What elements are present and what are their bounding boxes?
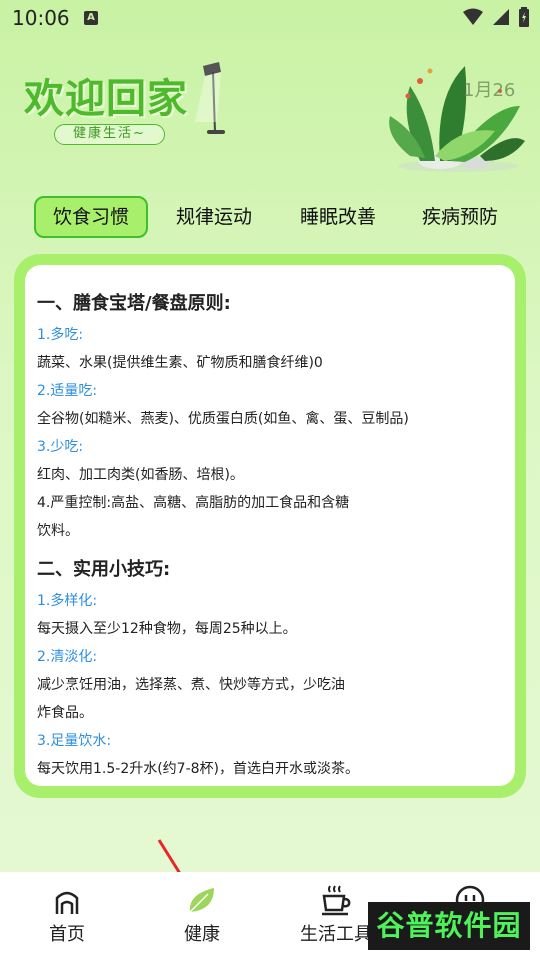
date-label: 1月26 xyxy=(463,80,516,101)
body-text: 蔬菜、水果(提供维生素、矿物质和膳食纤维)0 xyxy=(37,355,323,371)
plants-illustration xyxy=(389,66,525,172)
battery-icon xyxy=(519,7,529,27)
body-text: 每天饮用1.5-2升水(约7-8杯)，首选白开水或淡茶。 xyxy=(37,761,360,777)
notification-a-icon: A xyxy=(84,11,98,25)
status-bar: 10:06 A xyxy=(0,0,540,36)
section-title: 一、膳食宝塔/餐盘原则: xyxy=(37,293,231,314)
body-text: 4.严重控制:高盐、高糖、高脂肪的加工食品和含糖 xyxy=(37,495,350,511)
body-text: 全谷物(如糙米、燕麦)、优质蛋白质(如鱼、禽、蛋、豆制品) xyxy=(37,411,409,427)
section-title: 二、实用小技巧: xyxy=(37,559,171,580)
subtitle-pill: 健康生活~ xyxy=(54,124,165,145)
body-text: 饮料。 xyxy=(37,523,79,539)
tab-diet[interactable]: 饮食习惯 xyxy=(34,196,148,238)
lamp-icon xyxy=(195,62,225,134)
body-text: 炸食品。 xyxy=(37,705,93,721)
sub-heading: 2.适量吃: xyxy=(37,383,98,399)
nav-label: 首页 xyxy=(49,924,85,945)
status-icons xyxy=(462,7,530,27)
sub-heading: 3.足量饮水: xyxy=(37,733,112,749)
content-card: 一、膳食宝塔/餐盘原则: 1.多吃: 蔬菜、水果(提供维生素、矿物质和膳食纤维)… xyxy=(25,265,515,786)
status-time: 10:06 xyxy=(12,6,70,30)
body-text: 每天摄入至少12种食物，每周25种以上。 xyxy=(37,621,297,637)
body-text: 红肉、加工肉类(如香肠、培根)。 xyxy=(37,467,244,483)
sub-heading: 1.多吃: xyxy=(37,327,84,343)
nav-health[interactable]: 健康 xyxy=(152,884,252,946)
wifi-icon xyxy=(463,8,483,25)
nav-label: 健康 xyxy=(184,924,220,945)
tab-prevention[interactable]: 疾病预防 xyxy=(408,196,512,238)
sub-heading: 3.少吃: xyxy=(37,439,84,455)
body-text: 减少烹饪用油，选择蒸、煮、快炒等方式，少吃油 xyxy=(37,677,345,693)
category-tabs: 饮食习惯 规律运动 睡眠改善 疾病预防 xyxy=(0,196,540,240)
watermark-logo: 谷普软件园 xyxy=(368,902,530,950)
header: 欢迎回家 健康生活~ 1月26 xyxy=(0,36,540,186)
nav-home[interactable]: 首页 xyxy=(17,884,117,946)
home-icon xyxy=(55,891,79,914)
welcome-title: 欢迎回家 xyxy=(24,76,188,122)
tab-sleep[interactable]: 睡眠改善 xyxy=(286,196,390,238)
sub-heading: 1.多样化: xyxy=(37,593,98,609)
tab-exercise[interactable]: 规律运动 xyxy=(162,196,266,238)
content-card-frame: 一、膳食宝塔/餐盘原则: 1.多吃: 蔬菜、水果(提供维生素、矿物质和膳食纤维)… xyxy=(14,254,526,798)
leaf-icon xyxy=(189,888,214,913)
coffee-icon xyxy=(322,885,351,916)
signal-icon xyxy=(493,9,509,25)
sub-heading: 2.清淡化: xyxy=(37,649,98,665)
